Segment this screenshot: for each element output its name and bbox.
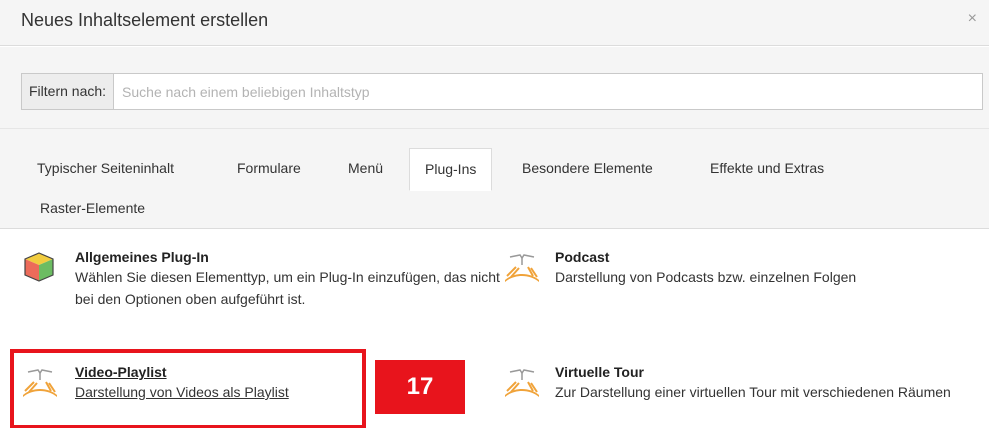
tab-typischer-seiteninhalt[interactable]: Typischer Seiteninhalt <box>22 148 189 188</box>
dialog-title: Neues Inhaltselement erstellen <box>21 10 269 30</box>
dialog-header: Neues Inhaltselement erstellen × <box>0 0 989 46</box>
item-description: Darstellung von Podcasts bzw. einzelnen … <box>555 269 857 285</box>
item-title: Virtuelle Tour <box>555 364 644 380</box>
annotation-badge: 17 <box>375 360 465 414</box>
cube-plugin-icon <box>22 250 58 284</box>
item-description: Zur Darstellung einer virtuellen Tour mi… <box>555 384 951 400</box>
highlight-box <box>10 349 366 428</box>
filter-label: Filtern nach: <box>21 73 114 110</box>
tab-plug-ins[interactable]: Plug-Ins <box>409 148 493 191</box>
item-title: Podcast <box>555 249 610 265</box>
tab-formulare[interactable]: Formulare <box>222 148 316 188</box>
tab-besondere-elemente[interactable]: Besondere Elemente <box>507 148 668 188</box>
filter-input[interactable] <box>113 73 983 110</box>
filter-group: Filtern nach: <box>21 73 983 110</box>
tab-effekte-und-extras[interactable]: Effekte und Extras <box>695 148 839 188</box>
list-item[interactable]: Podcast Darstellung von Podcasts bzw. ei… <box>555 248 985 288</box>
list-item[interactable]: Allgemeines Plug-In Wählen Sie diesen El… <box>75 248 515 310</box>
list-item[interactable]: Virtuelle Tour Zur Darstellung einer vir… <box>555 363 985 403</box>
extension-book-icon <box>504 367 540 401</box>
tab-menu[interactable]: Menü <box>333 148 398 188</box>
close-icon[interactable]: × <box>968 10 977 28</box>
tab-raster-elemente[interactable]: Raster-Elemente <box>25 188 160 228</box>
extension-book-icon <box>504 252 540 286</box>
filter-area: Filtern nach: <box>0 47 989 129</box>
item-description: Wählen Sie diesen Elementtyp, um ein Plu… <box>75 269 500 307</box>
tab-bar: Typischer Seiteninhalt Formulare Menü Pl… <box>0 129 989 229</box>
item-title: Allgemeines Plug-In <box>75 249 209 265</box>
